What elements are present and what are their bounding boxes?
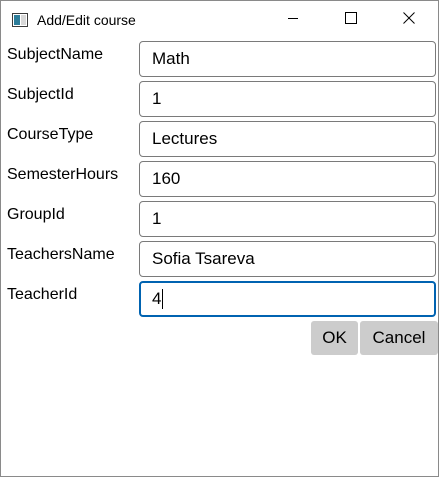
window-app-icon: [12, 13, 28, 27]
minimize-icon: [287, 11, 299, 29]
group-id-field[interactable]: 1: [139, 201, 436, 237]
label-group-id: GroupId: [7, 206, 65, 223]
teacher-id-value: 4: [152, 289, 162, 308]
label-teachers-name: TeachersName: [7, 246, 115, 263]
subject-name-field[interactable]: Math: [139, 41, 436, 77]
teachers-name-value: Sofia Tsareva: [152, 249, 255, 268]
minimize-button[interactable]: [270, 1, 316, 39]
semester-hours-value: 160: [152, 169, 181, 188]
teacher-id-field[interactable]: 4: [139, 281, 436, 317]
semester-hours-field[interactable]: 160: [139, 161, 436, 197]
subject-id-field[interactable]: 1: [139, 81, 436, 117]
label-semester-hours: SemesterHours: [7, 166, 119, 183]
maximize-button[interactable]: [328, 1, 374, 39]
text-caret: [162, 289, 164, 309]
course-type-value: Lectures: [152, 129, 218, 148]
subject-name-value: Math: [152, 49, 190, 68]
close-button[interactable]: [386, 1, 432, 39]
maximize-icon: [345, 11, 357, 29]
label-course-type: CourseType: [7, 126, 94, 143]
ok-button[interactable]: OK: [311, 321, 358, 355]
group-id-value: 1: [152, 209, 162, 228]
label-subject-id: SubjectId: [7, 86, 74, 103]
label-subject-name: SubjectName: [7, 46, 104, 63]
window-title: Add/Edit course: [37, 12, 136, 28]
close-icon: [403, 11, 415, 29]
course-type-field[interactable]: Lectures: [139, 121, 436, 157]
title-bar[interactable]: Add/Edit course: [1, 1, 438, 39]
subject-id-value: 1: [152, 89, 162, 108]
label-teacher-id: TeacherId: [7, 286, 78, 303]
cancel-button[interactable]: Cancel: [360, 321, 438, 355]
dialog-window: Add/Edit course SubjectName SubjectId Co…: [0, 0, 439, 477]
teachers-name-field[interactable]: Sofia Tsareva: [139, 241, 436, 277]
